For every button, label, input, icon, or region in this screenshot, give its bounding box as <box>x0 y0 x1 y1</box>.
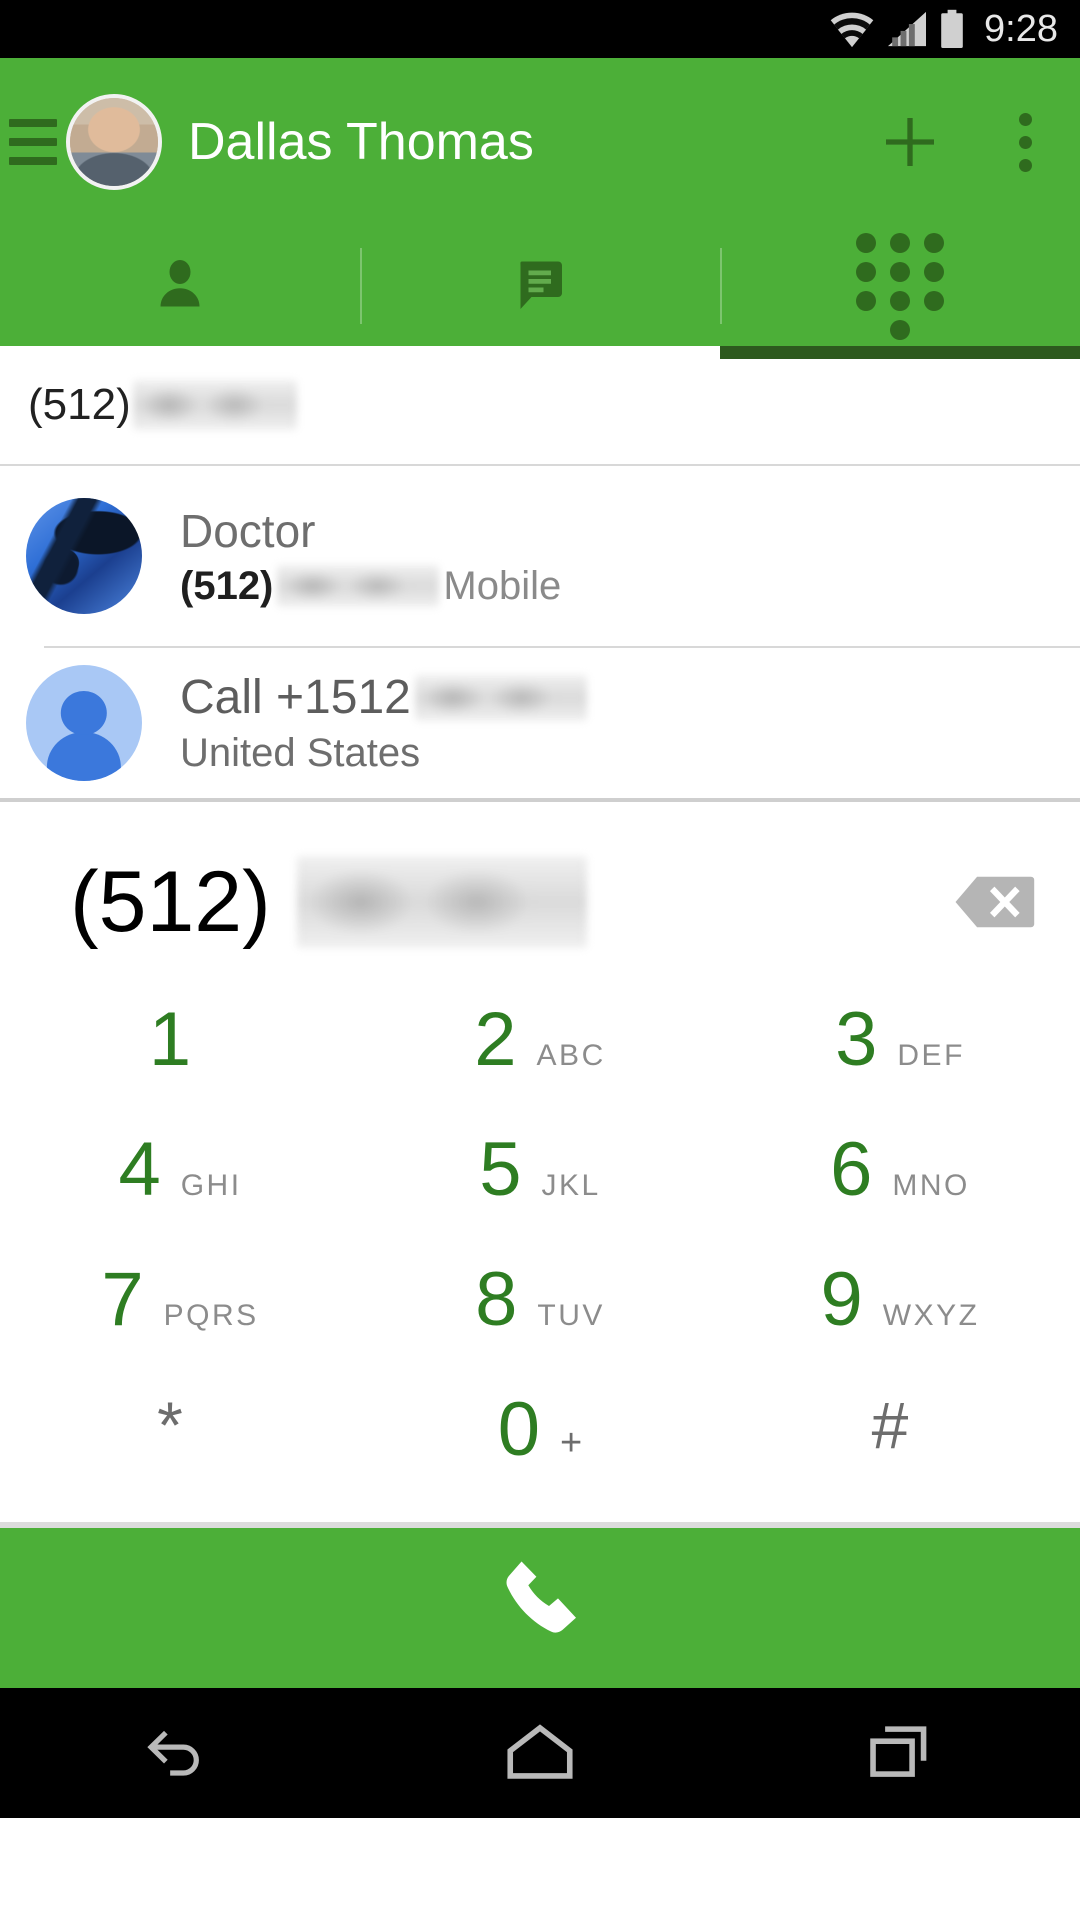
key-letters: WXYZ <box>882 1299 980 1332</box>
avatar[interactable] <box>66 94 162 190</box>
key-digit: 8 <box>475 1257 518 1342</box>
keypad-row: * 0 + # <box>0 1392 1080 1522</box>
key-4[interactable]: 4 GHI <box>0 1132 360 1262</box>
key-0[interactable]: 0 + <box>360 1392 720 1522</box>
page-title: Dallas Thomas <box>188 113 534 171</box>
keypad-row: 7 PQRS 8 TUV 9 WXYZ <box>0 1262 1080 1392</box>
doctor-stethoscope-photo <box>26 498 142 614</box>
signal-icon <box>886 10 928 48</box>
call-number-text: Call +1512 <box>180 671 411 724</box>
person-icon <box>150 254 210 319</box>
key-digit: 9 <box>820 1257 863 1342</box>
redacted-number <box>414 674 587 721</box>
keypad-row: 1 2 ABC 3 DEF <box>0 1002 1080 1132</box>
app-bar: Dallas Thomas <box>0 58 1080 226</box>
key-letters: ABC <box>536 1039 606 1072</box>
key-8[interactable]: 8 TUV <box>360 1262 720 1392</box>
contact-name: Doctor <box>180 504 316 557</box>
key-6[interactable]: 6 MNO <box>720 1132 1080 1262</box>
default-person-avatar <box>26 665 142 781</box>
key-letters: MNO <box>892 1169 970 1202</box>
battery-icon <box>939 9 965 49</box>
tab-bar <box>0 226 1080 359</box>
home-icon[interactable] <box>360 1722 720 1784</box>
contact-number: (512) Mobile <box>180 564 561 609</box>
key-digit: * <box>157 1388 183 1462</box>
number-entry[interactable]: (512) <box>0 802 1080 1002</box>
key-9[interactable]: 9 WXYZ <box>720 1262 1080 1392</box>
contact-info: Call +1512 United States <box>180 670 587 776</box>
status-bar: 9:28 <box>0 0 1080 58</box>
speech-bubble-icon <box>510 254 570 319</box>
wifi-icon <box>829 10 875 48</box>
back-arrow-icon[interactable] <box>0 1722 360 1784</box>
dialed-prefix-text: (512) <box>28 380 131 429</box>
redacted-number <box>296 856 587 948</box>
phone-handset-icon <box>486 1552 594 1665</box>
key-digit: 7 <box>101 1257 144 1342</box>
key-3[interactable]: 3 DEF <box>720 1002 1080 1132</box>
tab-contacts[interactable] <box>0 226 360 346</box>
call-country-label: United States <box>180 731 421 775</box>
key-digit: 1 <box>148 997 192 1082</box>
key-letters: GHI <box>180 1169 242 1202</box>
key-digit: 5 <box>479 1127 522 1212</box>
tab-dialpad[interactable] <box>720 226 1080 359</box>
call-number-title: Call +1512 <box>180 670 587 725</box>
contact-number-prefix: (512) <box>180 563 274 608</box>
key-digit: 6 <box>830 1127 873 1212</box>
tab-messages[interactable] <box>360 226 720 346</box>
key-hash[interactable]: # <box>720 1392 1080 1522</box>
key-2[interactable]: 2 ABC <box>360 1002 720 1132</box>
key-letters: DEF <box>897 1039 965 1072</box>
dialpad-dots-icon <box>856 232 944 340</box>
overflow-menu-icon[interactable] <box>970 112 1080 172</box>
call-button[interactable] <box>0 1528 1080 1688</box>
key-star[interactable]: * <box>0 1392 360 1522</box>
phone-screen: 9:28 Dallas Thomas (512) Doctor (512) Mo… <box>0 0 1080 1920</box>
keypad-row: 4 GHI 5 JKL 6 MNO <box>0 1132 1080 1262</box>
key-letters: + <box>560 1422 583 1464</box>
redacted-number <box>277 565 440 607</box>
key-digit: 4 <box>118 1127 161 1212</box>
backspace-icon[interactable] <box>940 866 1050 938</box>
list-item[interactable]: Doctor (512) Mobile <box>0 466 1080 646</box>
key-letters: TUV <box>537 1299 605 1332</box>
status-bar-clock: 9:28 <box>984 7 1058 50</box>
key-letters: PQRS <box>163 1299 259 1332</box>
key-digit: 0 <box>497 1387 541 1472</box>
key-5[interactable]: 5 JKL <box>360 1132 720 1262</box>
recent-apps-icon[interactable] <box>720 1722 1080 1784</box>
contact-info: Doctor (512) Mobile <box>180 504 561 609</box>
hamburger-menu-icon[interactable] <box>2 119 64 165</box>
navigation-bar <box>0 1688 1080 1818</box>
app-bar-actions <box>850 110 1080 174</box>
number-entry-value: (512) <box>70 853 271 950</box>
key-digit: # <box>871 1388 909 1462</box>
key-7[interactable]: 7 PQRS <box>0 1262 360 1392</box>
keypad: 1 2 ABC 3 DEF 4 GHI 5 JKL 6 MNO 7 PQRS 8… <box>0 1002 1080 1522</box>
key-letters: JKL <box>541 1169 601 1202</box>
redacted-number <box>132 380 297 430</box>
key-1[interactable]: 1 <box>0 1002 360 1132</box>
list-item[interactable]: Call +1512 United States <box>0 648 1080 798</box>
key-digit: 3 <box>835 997 878 1082</box>
contact-number-label: Mobile <box>443 563 562 608</box>
dialed-prefix-row[interactable]: (512) <box>0 346 1080 464</box>
key-digit: 2 <box>474 997 517 1082</box>
plus-icon[interactable] <box>850 110 970 174</box>
